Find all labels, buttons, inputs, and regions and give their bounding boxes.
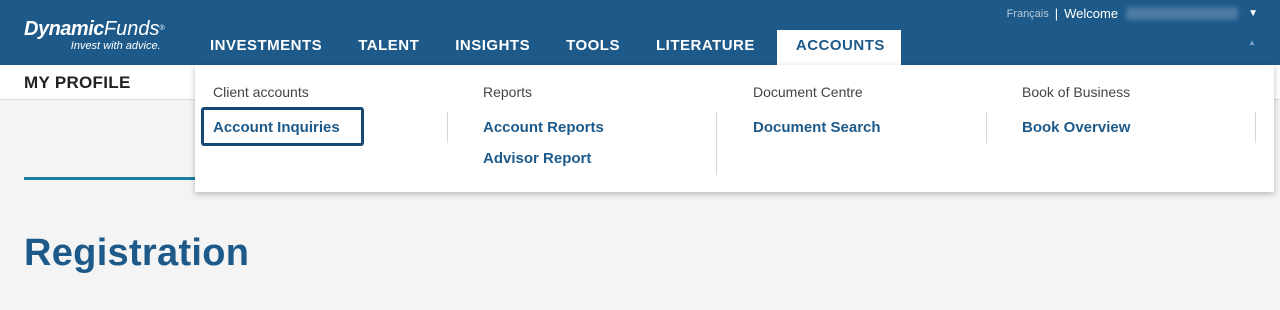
accent-divider	[24, 177, 224, 180]
page-section-title: MY PROFILE	[24, 73, 131, 92]
welcome-text: Welcome	[1064, 6, 1119, 21]
logo-wordmark: DynamicFunds®	[24, 18, 165, 40]
nav-talent[interactable]: TALENT	[340, 30, 437, 65]
brand-logo[interactable]: DynamicFunds® Invest with advice.	[24, 18, 165, 52]
menu-heading-document-centre: Document Centre	[753, 84, 863, 100]
utility-bar: Français | Welcome ▼	[1007, 6, 1258, 21]
page-title: Registration	[24, 232, 250, 274]
chevron-down-icon[interactable]: ▼	[1248, 8, 1258, 19]
nav-investments[interactable]: INVESTMENTS	[192, 30, 340, 65]
menu-heading-reports: Reports	[483, 84, 533, 100]
nav-tools[interactable]: TOOLS	[548, 30, 638, 65]
menu-heading-book-of-business: Book of Business	[1022, 84, 1131, 100]
logo-tagline: Invest with advice.	[70, 40, 161, 52]
caret-icon: ▲	[1248, 38, 1256, 47]
menu-link-account-reports[interactable]: Account Reports	[483, 119, 604, 136]
nav-accounts[interactable]: ACCOUNTS	[776, 30, 901, 65]
accounts-dropdown-menu: Client accounts Account Inquiries Report…	[195, 65, 1274, 192]
nav-literature[interactable]: LITERATURE	[638, 30, 773, 65]
menu-link-advisor-report[interactable]: Advisor Report	[483, 150, 591, 167]
column-divider	[447, 112, 448, 143]
column-divider	[1255, 112, 1256, 143]
menu-link-book-overview[interactable]: Book Overview	[1022, 119, 1130, 136]
column-divider	[716, 112, 717, 175]
column-divider	[986, 112, 987, 143]
separator: |	[1054, 6, 1059, 21]
menu-heading-client-accounts: Client accounts	[213, 84, 309, 100]
menu-link-account-inquiries[interactable]: Account Inquiries	[213, 119, 340, 136]
redacted-username	[1126, 7, 1239, 20]
language-link[interactable]: Français	[1007, 8, 1049, 20]
nav-insights[interactable]: INSIGHTS	[437, 30, 548, 65]
menu-link-document-search[interactable]: Document Search	[753, 119, 881, 136]
site-header: DynamicFunds® Invest with advice. França…	[0, 0, 1280, 65]
main-nav: INVESTMENTS TALENT INSIGHTS TOOLS LITERA…	[192, 30, 901, 65]
